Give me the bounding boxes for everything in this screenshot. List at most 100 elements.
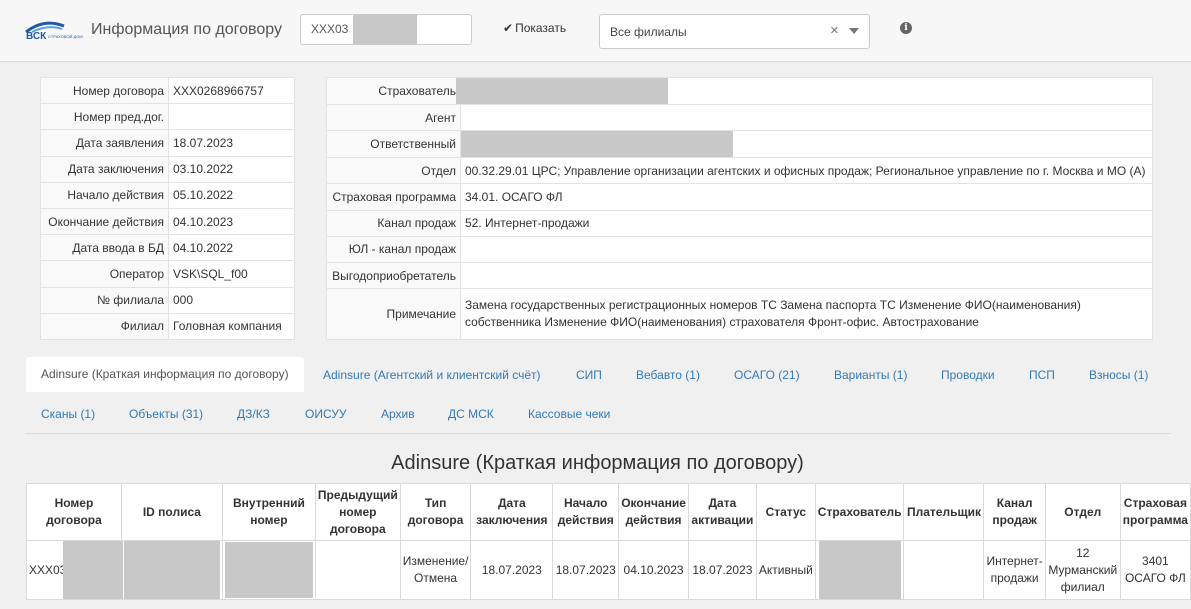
info-label: Оператор	[40, 260, 169, 288]
table-row[interactable]: XXX03 Изменение/ Отмена 18.07.2023 18.07…	[26, 540, 1191, 600]
content-title: Adinsure (Краткая информация по договору…	[391, 452, 804, 474]
tab-osago[interactable]: ОСАГО (21)	[734, 368, 800, 382]
table-cell: 18.07.2023	[687, 540, 757, 600]
info-row: Филиал Головная компания	[40, 312, 295, 340]
column-header: Внутренний номер	[221, 483, 316, 541]
info-value: 34.01. ОСАГО ФЛ	[460, 183, 1153, 211]
info-label: Выгодоприобретатель	[326, 261, 461, 290]
info-label: Дата заключения	[40, 155, 169, 183]
column-header: Номер договора	[26, 483, 122, 541]
participants-info-table: Страхователь Агент Ответственный Отдел 00…	[326, 77, 1153, 341]
column-header: Предыдущий номер договора	[314, 483, 401, 541]
info-row: Оператор VSK\SQL_f00	[40, 260, 295, 288]
info-label: № филиала	[40, 286, 169, 314]
info-value: VSK\SQL_f00	[168, 260, 295, 288]
table-cell: 04.10.2023	[618, 540, 689, 600]
table-cell	[120, 540, 223, 600]
info-row: Дата ввода в БД 04.10.2022	[40, 234, 295, 262]
info-row: Начало действия 05.10.2022	[40, 181, 295, 209]
branch-select[interactable]: Все филиалы ×	[599, 14, 870, 49]
tab-variants[interactable]: Варианты (1)	[834, 368, 907, 382]
info-value: 05.10.2022	[168, 181, 295, 209]
show-button[interactable]: ✔ Показать	[503, 21, 566, 35]
info-row: Номер пред.дог.	[40, 103, 295, 131]
summary-table: Номер договора ID полиса Внутренний номе…	[26, 483, 1191, 600]
column-header: Канал продаж	[983, 483, 1046, 541]
tab-archive[interactable]: Архив	[381, 407, 415, 421]
tab-objects[interactable]: Объекты (31)	[129, 407, 203, 421]
info-value: 03.10.2022	[168, 155, 295, 183]
tab-dz-kz[interactable]: ДЗ/КЗ	[237, 407, 270, 421]
info-label: Примечание	[326, 288, 461, 341]
redacted-block	[224, 542, 313, 598]
table-cell	[814, 540, 905, 600]
info-label: Номер пред.дог.	[40, 103, 169, 131]
info-label: ЮЛ - канал продаж	[326, 235, 461, 263]
info-value: 00.32.29.01 ЦРС; Управление организации …	[460, 157, 1153, 185]
table-cell	[903, 540, 985, 600]
info-value	[168, 103, 295, 131]
tab-cash-receipts[interactable]: Кассовые чеки	[528, 407, 610, 421]
column-header: Плательщик	[903, 483, 985, 541]
tab-postings[interactable]: Проводки	[941, 368, 995, 382]
contract-number-input[interactable]: XXX03	[300, 14, 472, 45]
contract-info-table: Номер договора XXX0268966757 Номер пред.д…	[40, 76, 295, 340]
svg-text:ВСК: ВСК	[26, 31, 47, 42]
redacted-block	[818, 541, 901, 599]
chevron-down-icon[interactable]	[849, 28, 859, 34]
table-cell: Активный	[755, 540, 816, 600]
clear-icon[interactable]: ×	[830, 22, 839, 39]
info-value: Головная компания	[168, 312, 295, 340]
tab-adinsure-summary[interactable]: Adinsure (Краткая информация по договору…	[26, 357, 304, 392]
redacted-block	[123, 541, 220, 599]
show-button-label: Показать	[515, 21, 567, 35]
info-row: Примечание Замена государственных регистр…	[326, 288, 1153, 341]
table-cell	[314, 540, 401, 600]
info-row: Страхователь	[326, 77, 1153, 105]
info-label: Начало действия	[40, 181, 169, 209]
redacted-block	[353, 15, 417, 44]
info-value	[460, 235, 1153, 263]
table-cell: Интернет-продажи	[983, 540, 1046, 600]
tab-payments[interactable]: Взносы (1)	[1089, 368, 1148, 382]
tab-scans[interactable]: Сканы (1)	[41, 407, 95, 421]
branch-select-value: Все филиалы	[610, 25, 687, 39]
info-row: ЮЛ - канал продаж	[326, 235, 1153, 263]
contract-number-cell: XXX03	[29, 562, 67, 577]
tab-ds-msk[interactable]: ДС МСК	[448, 407, 494, 421]
table-cell: XXX03	[26, 540, 123, 600]
column-header: Окончание действия	[618, 483, 689, 541]
info-label: Страховая программа	[326, 183, 461, 211]
column-header: Тип договора	[399, 483, 472, 541]
tab-adinsure-accounts[interactable]: Adinsure (Агентский и клиентский счёт)	[323, 368, 541, 382]
table-cell: 18.07.2023	[470, 540, 554, 600]
info-row: Отдел 00.32.29.01 ЦРС; Управление организ…	[326, 157, 1153, 185]
table-cell: Изменение/ Отмена	[399, 540, 472, 600]
tab-oisuu[interactable]: ОИСУУ	[305, 407, 346, 421]
info-label: Отдел	[326, 157, 461, 185]
info-label: Ответственный	[326, 130, 461, 159]
column-header: Статус	[755, 483, 816, 541]
info-value: 04.10.2022	[168, 234, 295, 262]
column-header: Отдел	[1044, 483, 1121, 541]
info-row: Ответственный	[326, 130, 1153, 159]
info-label: Страхователь	[326, 77, 461, 105]
info-icon[interactable]: i	[900, 22, 912, 34]
info-label: Агент	[326, 103, 461, 132]
column-header: Начало действия	[552, 483, 620, 541]
info-label: Филиал	[40, 312, 169, 340]
info-label: Номер договора	[40, 76, 169, 105]
info-row: Окончание действия 04.10.2023	[40, 207, 295, 236]
info-label: Окончание действия	[40, 207, 169, 236]
table-header-row: Номер договора ID полиса Внутренний номе…	[26, 483, 1191, 541]
vsk-logo: ВСК СТРАХОВОЙ ДОМ	[25, 21, 83, 42]
tab-vebavto[interactable]: Вебавто (1)	[636, 368, 700, 382]
info-label: Канал продаж	[326, 209, 461, 237]
column-header: Страхователь	[814, 483, 905, 541]
column-header: Дата активации	[687, 483, 757, 541]
info-value: XXX0268966757	[168, 76, 295, 105]
redacted-block	[461, 131, 733, 158]
tab-sip[interactable]: СИП	[576, 368, 602, 382]
info-value	[456, 77, 1153, 105]
tab-psp[interactable]: ПСП	[1029, 368, 1055, 382]
